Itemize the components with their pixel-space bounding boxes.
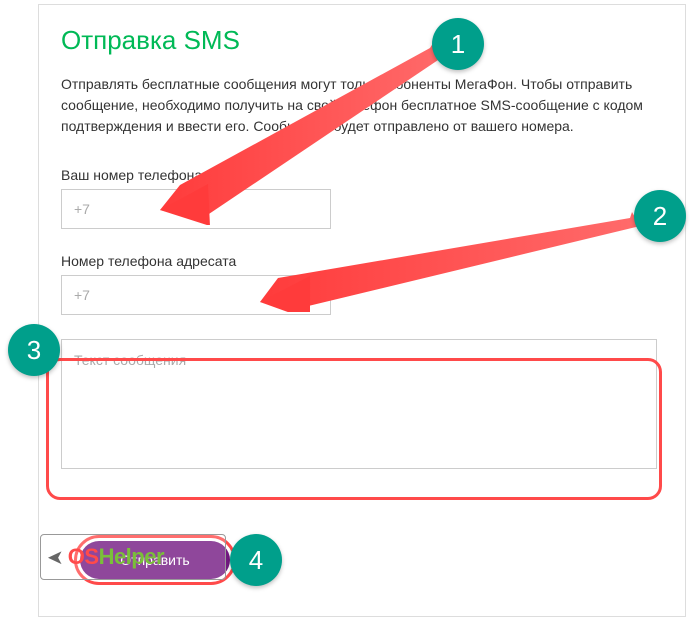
annotation-step-3: 3: [8, 324, 60, 376]
recipient-phone-label: Номер телефона адресата: [61, 253, 663, 269]
sender-phone-input[interactable]: [61, 189, 331, 229]
sender-phone-label: Ваш номер телефона: [61, 167, 663, 183]
watermark-os: OS: [68, 544, 99, 569]
annotation-step-2: 2: [634, 190, 686, 242]
message-textarea[interactable]: [61, 339, 657, 469]
watermark-oshelper: ➤ OSHelper: [40, 534, 226, 580]
page-description: Отправлять бесплатные сообщения могут то…: [61, 74, 663, 137]
page-title: Отправка SMS: [61, 25, 663, 56]
recipient-phone-input[interactable]: [61, 275, 331, 315]
watermark-helper: Helper: [99, 544, 164, 569]
cursor-icon: ➤: [47, 545, 64, 570]
annotation-step-4: 4: [230, 534, 282, 586]
sms-form-card: Отправка SMS Отправлять бесплатные сообщ…: [38, 4, 686, 617]
annotation-step-1: 1: [432, 18, 484, 70]
